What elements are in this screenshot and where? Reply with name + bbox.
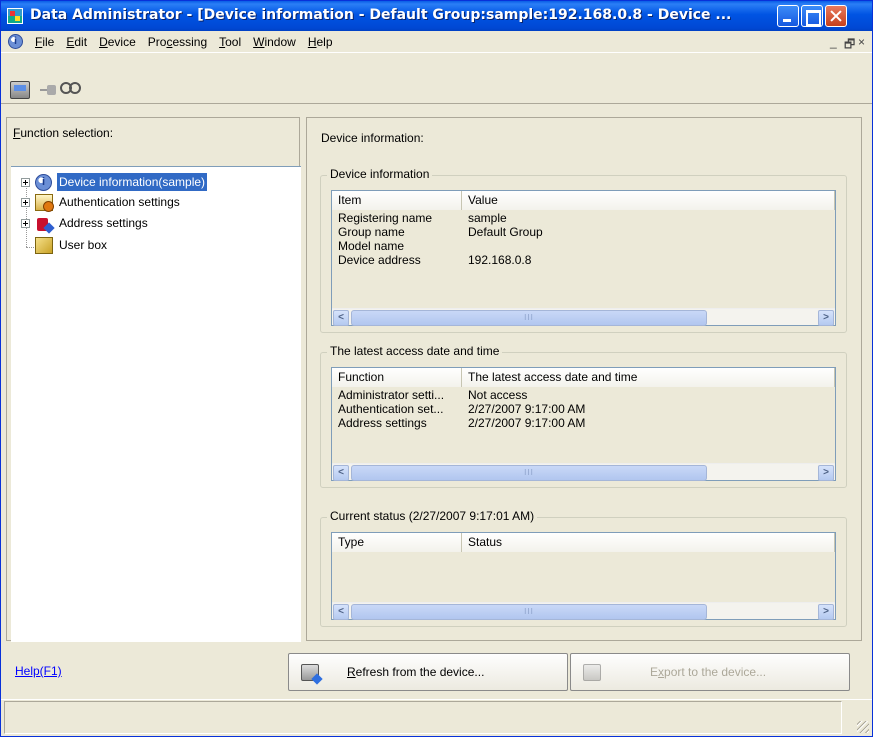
info-icon: i	[35, 174, 52, 191]
current-status-list[interactable]: Type Status < III >	[331, 532, 836, 620]
function-selection-panel: Function selection: i Device information…	[6, 117, 301, 642]
list-item[interactable]: Model name	[332, 239, 835, 253]
refresh-device-icon	[301, 664, 319, 681]
scroll-left-button[interactable]: <	[333, 604, 349, 620]
device-icon[interactable]	[10, 81, 30, 99]
export-device-icon	[583, 664, 601, 681]
menu-window[interactable]: Window	[247, 34, 302, 50]
tree-item-label: Device information(sample)	[57, 173, 208, 191]
function-tree[interactable]: i Device information(sample) Authenticat…	[11, 166, 301, 642]
menu-processing[interactable]: Processing	[142, 34, 213, 50]
scroll-thumb[interactable]: III	[351, 604, 707, 620]
column-header-function[interactable]: Function	[332, 368, 462, 387]
toolbar	[1, 54, 872, 104]
connect-icon[interactable]	[38, 81, 58, 99]
horizontal-scrollbar[interactable]: < III >	[332, 602, 835, 620]
scroll-thumb[interactable]: III	[351, 465, 707, 481]
resize-grip-icon[interactable]	[857, 721, 869, 733]
list-item[interactable]: Authentication set... 2/27/2007 9:17:00 A…	[332, 402, 835, 416]
scroll-left-button[interactable]: <	[333, 310, 349, 326]
list-item[interactable]: Address settings 2/27/2007 9:17:00 AM	[332, 416, 835, 430]
scroll-right-button[interactable]: >	[818, 310, 834, 326]
tree-item-label: Address settings	[59, 216, 148, 230]
status-bar	[1, 699, 872, 736]
menu-device[interactable]: Device	[93, 34, 142, 50]
column-header-item[interactable]: Item	[332, 191, 462, 210]
list-header: Function The latest access date and time	[332, 368, 835, 387]
list-item[interactable]: Registering name sample	[332, 211, 835, 225]
horizontal-scrollbar[interactable]: < III >	[332, 463, 835, 481]
latest-access-group: The latest access date and time Function…	[320, 344, 847, 488]
document-menu-icon[interactable]: i	[8, 34, 23, 49]
device-information-group: Device information Item Value Registerin…	[320, 167, 847, 333]
tree-item-label: Authentication settings	[59, 195, 180, 209]
tree-item-label: User box	[59, 238, 108, 252]
menu-bar: i File Edit Device Processing Tool Windo…	[1, 31, 872, 53]
scroll-right-button[interactable]: >	[818, 604, 834, 620]
group-label: Device information	[327, 167, 433, 181]
group-label: Current status (2/27/2007 9:17:01 AM)	[327, 509, 538, 523]
device-information-panel: Device information: Device information I…	[306, 117, 862, 641]
refresh-from-device-button[interactable]: Refresh from the device...	[288, 653, 568, 691]
title-bar[interactable]: Data Administrator - [Device information…	[1, 1, 872, 31]
scroll-thumb[interactable]: III	[351, 310, 707, 326]
authentication-icon	[35, 194, 54, 212]
column-header-latest-access[interactable]: The latest access date and time	[462, 368, 835, 387]
button-label: Refresh from the device...	[347, 665, 485, 679]
group-label: The latest access date and time	[327, 344, 503, 358]
users-icon[interactable]	[59, 81, 81, 99]
export-to-device-button[interactable]: Export to the device...	[570, 653, 850, 691]
column-header-value[interactable]: Value	[462, 191, 835, 210]
window-title: Data Administrator - [Device information…	[30, 7, 732, 23]
status-panel	[4, 701, 842, 734]
application-window: Data Administrator - [Device information…	[0, 0, 873, 737]
mdi-restore-button[interactable]: 🗗	[844, 35, 855, 56]
column-header-type[interactable]: Type	[332, 533, 462, 552]
list-item[interactable]: Device address 192.168.0.8	[332, 253, 835, 267]
mdi-close-button[interactable]: ×	[858, 35, 865, 49]
device-information-list[interactable]: Item Value Registering name sample Group …	[331, 190, 836, 326]
app-icon[interactable]	[7, 8, 23, 24]
tree-connector	[26, 181, 27, 247]
maximize-button[interactable]	[801, 5, 823, 27]
menu-help[interactable]: Help	[302, 34, 339, 50]
menu-items: File Edit Device Processing Tool Window …	[29, 34, 339, 50]
function-selection-label: Function selection:	[13, 126, 114, 140]
menu-edit[interactable]: Edit	[60, 34, 93, 50]
list-item[interactable]: Group name Default Group	[332, 225, 835, 239]
menu-tool[interactable]: Tool	[213, 34, 247, 50]
list-header: Item Value	[332, 191, 835, 210]
help-link[interactable]: Help(F1)	[15, 664, 62, 678]
list-header: Type Status	[332, 533, 835, 552]
close-button[interactable]	[825, 5, 847, 27]
menu-file[interactable]: File	[29, 34, 60, 50]
expand-icon[interactable]	[21, 198, 30, 207]
user-box-icon	[35, 237, 53, 254]
address-book-icon	[35, 215, 53, 232]
scroll-left-button[interactable]: <	[333, 465, 349, 481]
panel-title: Device information:	[321, 131, 424, 145]
list-item[interactable]: Administrator setti... Not access	[332, 388, 835, 402]
column-header-status[interactable]: Status	[462, 533, 835, 552]
list-rows: Administrator setti... Not access Authent…	[332, 388, 835, 430]
current-status-group: Current status (2/27/2007 9:17:01 AM) Ty…	[320, 509, 847, 627]
minimize-button[interactable]	[777, 5, 799, 27]
expand-icon[interactable]	[21, 178, 30, 187]
mdi-minimize-button[interactable]: _	[830, 35, 837, 49]
latest-access-list[interactable]: Function The latest access date and time…	[331, 367, 836, 481]
button-label: Export to the device...	[650, 665, 767, 679]
expand-icon[interactable]	[21, 219, 30, 228]
list-rows: Registering name sample Group name Default…	[332, 211, 835, 267]
scroll-right-button[interactable]: >	[818, 465, 834, 481]
horizontal-scrollbar[interactable]: < III >	[332, 308, 835, 326]
